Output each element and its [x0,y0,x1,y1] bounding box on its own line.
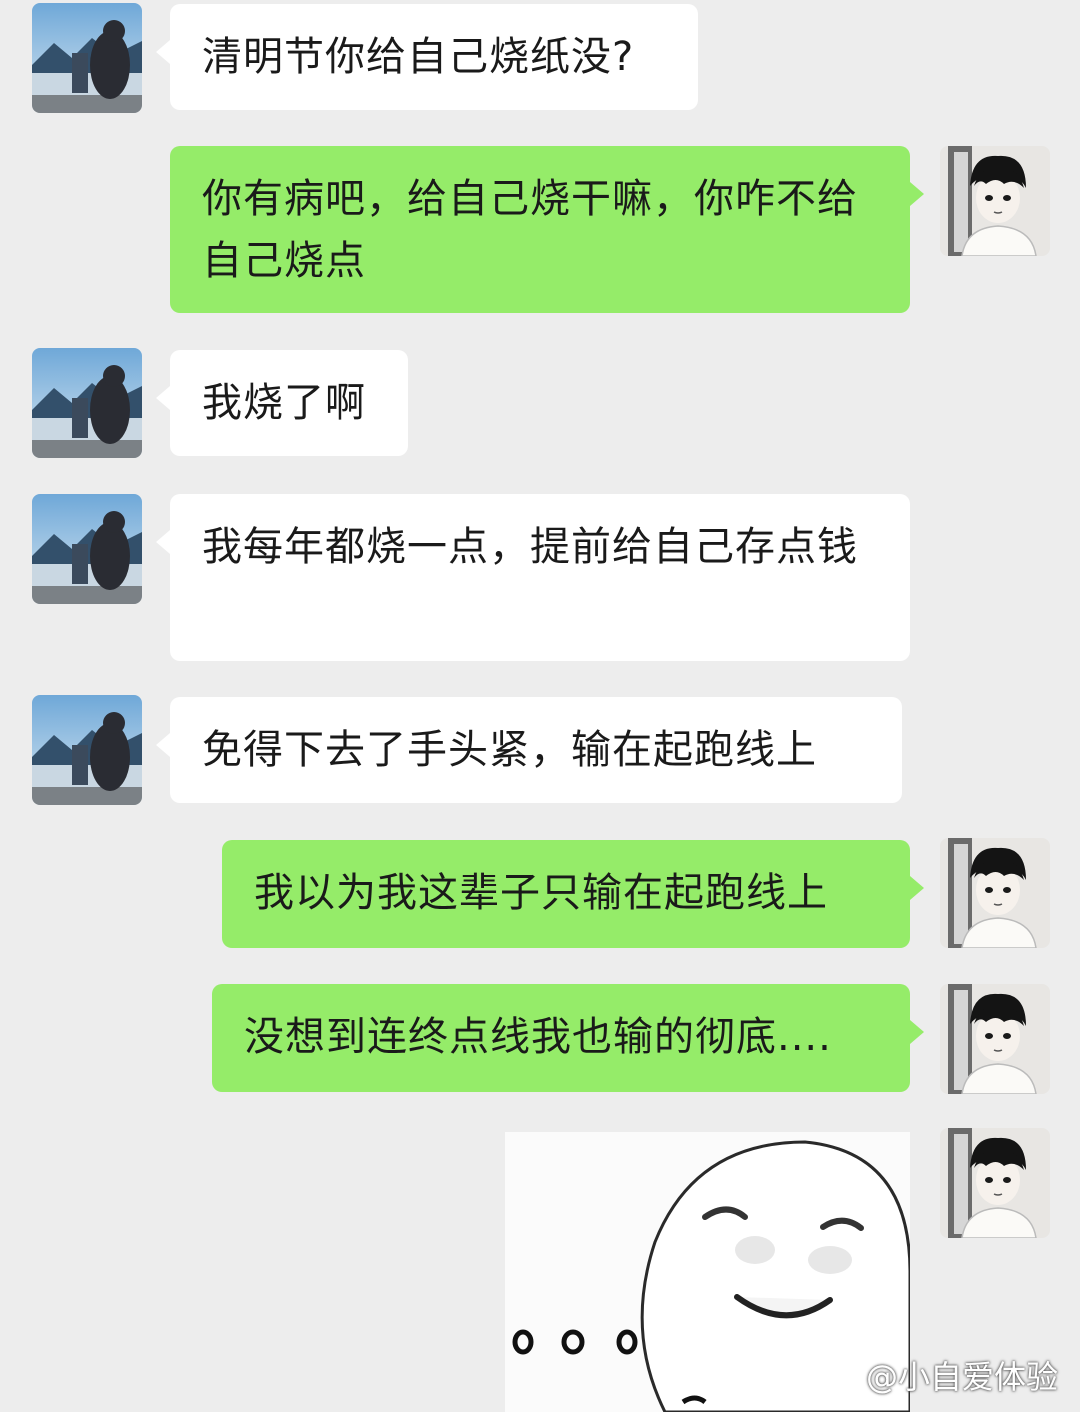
message-text: 我以为我这辈子只输在起跑线上 [254,870,828,916]
watermark: @小自爱体验 [826,1352,1058,1398]
message-text: 你有病吧，给自己烧干嘛，你咋不给自己烧点 [202,176,858,284]
landscape-person-avatar-icon [32,695,142,805]
anime-boy-avatar-icon [940,1128,1050,1238]
message-bubble-incoming[interactable]: 免得下去了手头紧，输在起跑线上 [156,697,902,803]
anime-boy-avatar-icon [940,838,1050,948]
landscape-person-avatar-icon [32,348,142,458]
message-text: 清明节你给自己烧纸没? [202,34,635,80]
landscape-person-avatar-icon [32,3,142,113]
self-avatar[interactable] [940,838,1050,948]
message-text: 免得下去了手头紧，输在起跑线上 [202,727,817,773]
contact-avatar[interactable] [32,494,142,604]
self-avatar[interactable] [940,146,1050,256]
message-text: 没想到连终点线我也输的彻底.... [244,1014,832,1060]
contact-avatar[interactable] [32,3,142,113]
message-bubble-outgoing[interactable]: 我以为我这辈子只输在起跑线上 [222,840,924,948]
message-bubble-incoming[interactable]: 我烧了啊 [156,350,408,456]
self-avatar[interactable] [940,984,1050,1094]
message-text: 我每年都烧一点，提前给自己存点钱 [202,524,858,570]
contact-avatar[interactable] [32,348,142,458]
anime-boy-avatar-icon [940,984,1050,1094]
message-text: 我烧了啊 [202,380,366,426]
anime-boy-avatar-icon [940,146,1050,256]
watermark-text: @小自爱体验 [865,1358,1058,1396]
self-avatar[interactable] [940,1128,1050,1238]
message-bubble-incoming[interactable]: 我每年都烧一点，提前给自己存点钱 [156,494,910,661]
message-bubble-outgoing[interactable]: 没想到连终点线我也输的彻底.... [212,984,924,1092]
weibo-icon [826,1362,860,1390]
message-bubble-incoming[interactable]: 清明节你给自己烧纸没? [156,4,698,110]
message-bubble-outgoing[interactable]: 你有病吧，给自己烧干嘛，你咋不给自己烧点 [170,146,924,313]
contact-avatar[interactable] [32,695,142,805]
landscape-person-avatar-icon [32,494,142,604]
